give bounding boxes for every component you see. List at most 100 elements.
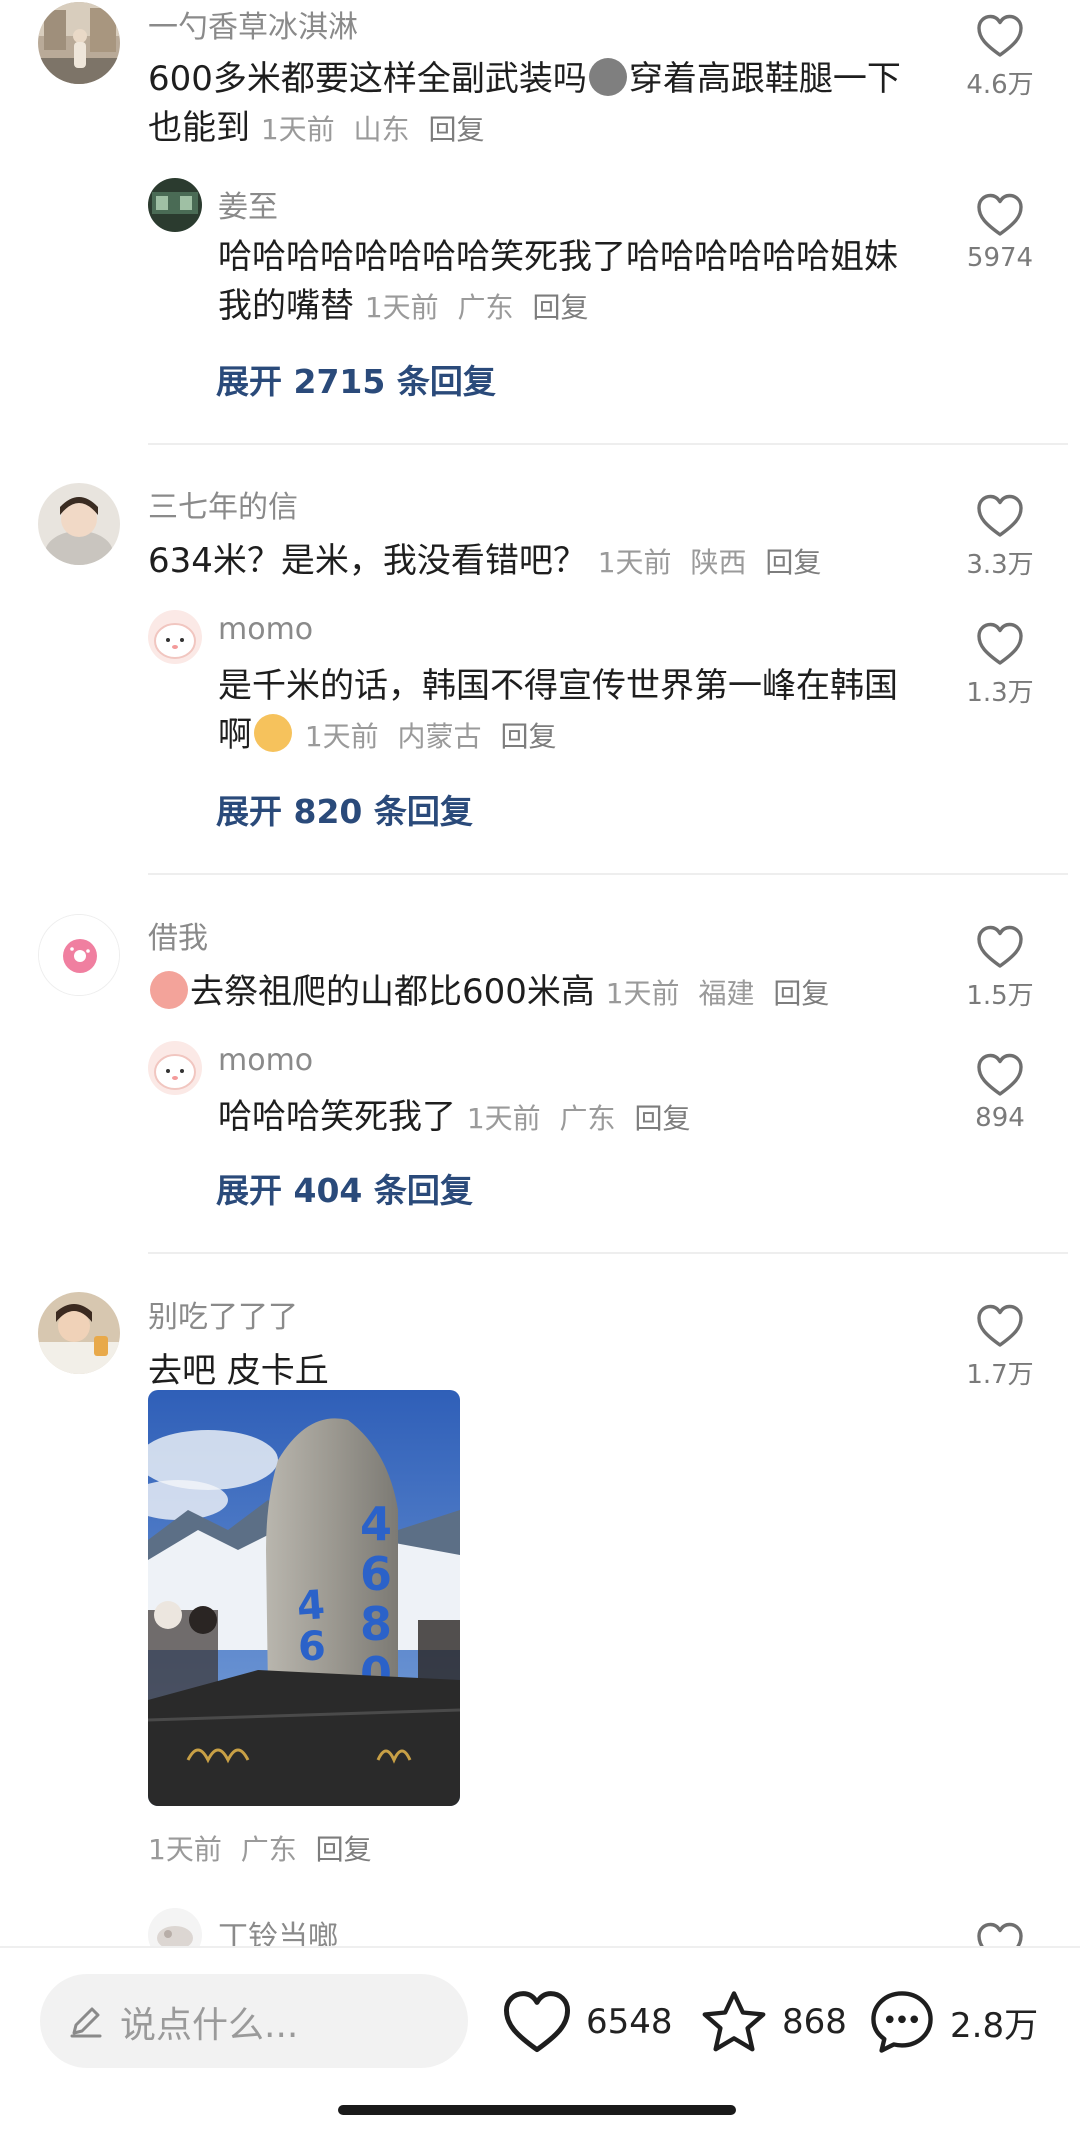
like-button[interactable]: 894 <box>950 1053 1050 1133</box>
heart-icon <box>976 622 1024 666</box>
doge-emoji-icon <box>588 58 627 96</box>
comment-time: 1天前 <box>260 113 335 146</box>
comment-location: 福建 <box>698 977 755 1010</box>
expand-replies-button[interactable]: 展开 404 条回复 <box>216 1164 473 1212</box>
comment-meta: 1天前 山东 回复 <box>261 113 495 146</box>
avatar[interactable] <box>38 483 120 565</box>
bottom-action-bar: 说点什么... 6548 868 2.8万 <box>0 1946 1080 2147</box>
heart-icon <box>976 1053 1024 1097</box>
reply-button[interactable]: 回复 <box>634 1102 690 1135</box>
reply-text[interactable]: 哈哈哈笑死我了 1天前 广东 回复 <box>218 1093 928 1143</box>
like-count: 1.5万 <box>966 981 1034 1011</box>
reply-location: 内蒙古 <box>397 720 482 753</box>
comments-button[interactable]: 2.8万 <box>868 1984 1038 2060</box>
reply-location: 广东 <box>457 291 514 324</box>
svg-text:8: 8 <box>360 1597 392 1651</box>
heart-icon <box>976 14 1024 58</box>
comment-username[interactable]: 一勺香草冰淇淋 <box>148 2 358 46</box>
star-icon <box>702 1991 766 2052</box>
heart-icon <box>503 1991 571 2053</box>
comment-location: 广东 <box>240 1833 297 1866</box>
like-button[interactable]: 1.7万 <box>950 1304 1050 1391</box>
reply-button[interactable]: 回复 <box>765 546 821 579</box>
reply-text-body: 哈哈哈笑死我了 <box>218 1097 456 1137</box>
comment-input[interactable]: 说点什么... <box>40 1974 468 2068</box>
like-button[interactable]: 3.3万 <box>950 494 1050 581</box>
avatar[interactable] <box>38 2 120 84</box>
like-count: 1.3万 <box>966 678 1034 708</box>
like-count: 1.7万 <box>966 1360 1034 1390</box>
comment-bubble-icon <box>871 1991 933 2053</box>
reply-button[interactable]: 回复 <box>500 720 556 753</box>
like-count: 894 <box>975 1103 1025 1133</box>
avatar[interactable] <box>148 610 202 664</box>
reply-username[interactable]: momo <box>218 1043 313 1078</box>
comment-time: 1天前 <box>148 1833 222 1866</box>
expand-replies-button[interactable]: 展开 2715 条回复 <box>216 355 496 403</box>
favorite-post-button[interactable]: 868 <box>700 1984 847 2060</box>
comment-username[interactable]: 借我 <box>148 913 208 957</box>
avatar[interactable] <box>148 1041 202 1095</box>
reply-meta: 1天前 广东 回复 <box>365 291 599 324</box>
reply-text[interactable]: 哈哈哈哈哈哈哈哈笑死我了哈哈哈哈哈哈姐妹我的嘴替 1天前 广东 回复 <box>218 233 928 332</box>
avatar[interactable] <box>38 914 120 996</box>
reply-username[interactable]: 姜至 <box>218 182 278 226</box>
reply-time: 1天前 <box>304 720 379 753</box>
reply-button[interactable]: 回复 <box>428 113 484 146</box>
reply-button[interactable]: 回复 <box>532 291 588 324</box>
comment-text[interactable]: 634米？是米，我没看错吧？ 1天前 陕西 回复 <box>148 537 928 587</box>
reply-meta: 1天前 内蒙古 回复 <box>305 720 567 753</box>
comment-text[interactable]: 去祭祖爬的山都比600米高 1天前 福建 回复 <box>148 968 928 1018</box>
reply-username[interactable]: momo <box>218 612 313 647</box>
like-post-button[interactable]: 6548 <box>502 1984 673 2060</box>
like-count: 3.3万 <box>966 550 1034 580</box>
comment-username[interactable]: 三七年的信 <box>148 482 298 526</box>
comment-username[interactable]: 别吃了了了 <box>148 1292 298 1336</box>
comment-text[interactable]: 600多米都要这样全副武装吗 穿着高跟鞋腿一下也能到 1天前 山东 回复 <box>148 55 928 154</box>
svg-text:6: 6 <box>360 1547 392 1601</box>
heart-icon <box>976 193 1024 237</box>
comment-text-body: 634米？是米，我没看错吧？ <box>148 541 587 581</box>
emoji-icon <box>150 971 188 1009</box>
comment-photo[interactable]: 4 6 4 6 8 0 <box>148 1390 460 1806</box>
svg-text:6: 6 <box>298 1624 326 1670</box>
comment-text-body: 去祭祖爬的山都比600米高 <box>190 972 595 1012</box>
reply-time: 1天前 <box>466 1102 541 1135</box>
post-like-count: 6548 <box>586 2002 673 2042</box>
comment-location: 陕西 <box>690 546 747 579</box>
avatar[interactable] <box>38 1292 120 1374</box>
divider <box>148 1252 1068 1254</box>
home-indicator[interactable] <box>338 2105 736 2115</box>
divider <box>148 873 1068 875</box>
heart-icon <box>976 925 1024 969</box>
svg-text:4: 4 <box>295 1582 326 1630</box>
comment-time: 1天前 <box>597 546 672 579</box>
comment-meta: 1天前 广东 回复 <box>148 1828 382 1868</box>
reply-meta: 1天前 广东 回复 <box>467 1102 701 1135</box>
like-count: 4.6万 <box>966 70 1034 100</box>
pencil-icon <box>70 2007 102 2038</box>
comment-text[interactable]: 去吧 皮卡丘 <box>148 1347 928 1396</box>
comment-input-placeholder: 说点什么... <box>120 2005 299 2046</box>
reply-location: 广东 <box>559 1102 616 1135</box>
comment-meta: 1天前 陕西 回复 <box>598 546 832 579</box>
divider <box>148 443 1068 445</box>
comment-text-part: 600多米都要这样全副武装吗 <box>148 59 587 99</box>
comment-time: 1天前 <box>605 977 680 1010</box>
cute-face-emoji-icon <box>254 714 292 752</box>
expand-replies-button[interactable]: 展开 820 条回复 <box>216 785 473 833</box>
post-favorite-count: 868 <box>782 2002 847 2042</box>
avatar[interactable] <box>148 178 202 232</box>
reply-button[interactable]: 回复 <box>316 1833 372 1866</box>
like-button[interactable]: 4.6万 <box>950 14 1050 101</box>
like-button[interactable]: 5974 <box>950 193 1050 273</box>
reply-time: 1天前 <box>364 291 439 324</box>
like-button[interactable]: 1.5万 <box>950 925 1050 1012</box>
reply-text[interactable]: 是千米的话，韩国不得宣传世界第一峰在韩国啊 1天前 内蒙古 回复 <box>218 662 928 761</box>
comment-meta: 1天前 福建 回复 <box>606 977 840 1010</box>
like-button[interactable]: 1.3万 <box>950 622 1050 709</box>
post-comment-count: 2.8万 <box>950 2005 1039 2046</box>
like-count: 5974 <box>966 243 1034 273</box>
heart-icon <box>976 494 1024 538</box>
reply-button[interactable]: 回复 <box>773 977 829 1010</box>
